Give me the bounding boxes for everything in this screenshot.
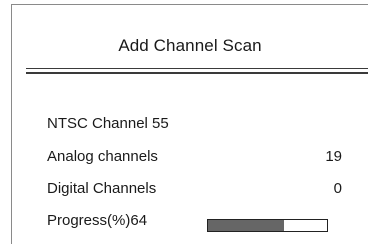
- progress-bar-fill: [208, 220, 285, 231]
- analog-channels-row: Analog channels 19: [47, 147, 342, 167]
- channel-status-text: NTSC Channel 55: [47, 115, 169, 132]
- channel-status-row: NTSC Channel 55: [47, 114, 342, 134]
- digital-channels-label: Digital Channels: [47, 180, 157, 197]
- progress-label: Progress(%)64: [47, 212, 148, 229]
- channel-scan-screen: Add Channel Scan NTSC Channel 55 Analog …: [11, 4, 368, 244]
- progress-bar: [207, 219, 328, 232]
- digital-channels-count: 0: [333, 180, 342, 197]
- analog-channels-count: 19: [325, 148, 342, 165]
- screen-title: Add Channel Scan: [118, 36, 262, 55]
- analog-channels-label: Analog channels: [47, 148, 158, 165]
- title-divider: [26, 68, 368, 74]
- digital-channels-row: Digital Channels 0: [47, 179, 342, 199]
